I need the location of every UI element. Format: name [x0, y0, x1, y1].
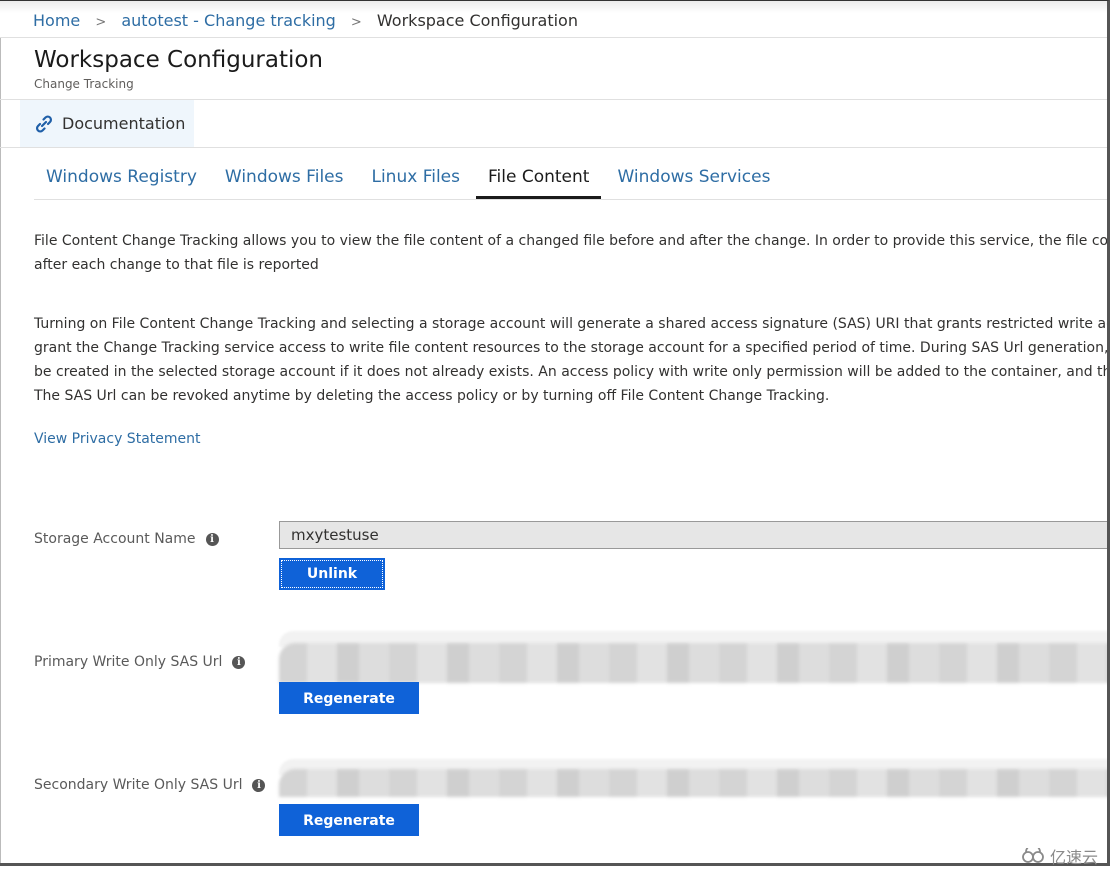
- sas-description-line: Turning on File Content Change Tracking …: [34, 316, 1110, 332]
- primary-sas-label: Primary Write Only SAS Url: [34, 654, 223, 670]
- tab-linux-files[interactable]: Linux Files: [359, 167, 472, 199]
- storage-account-label-row: Storage Account Name i: [34, 531, 219, 547]
- primary-sas-label-row: Primary Write Only SAS Url i: [34, 654, 246, 670]
- breadcrumb-change-tracking[interactable]: autotest - Change tracking: [121, 11, 335, 30]
- watermark: 亿速云: [1020, 844, 1098, 868]
- primary-sas-url-input[interactable]: [279, 643, 1107, 683]
- storage-account-label: Storage Account Name: [34, 531, 196, 547]
- breadcrumb-home[interactable]: Home: [33, 11, 80, 30]
- regenerate-primary-button[interactable]: Regenerate: [279, 682, 419, 714]
- breadcrumb-current: Workspace Configuration: [376, 11, 578, 30]
- secondary-sas-label-row: Secondary Write Only SAS Url i: [34, 777, 266, 793]
- blade-window: Home > autotest - Change tracking > Work…: [0, 0, 1110, 866]
- command-bar: Documentation: [0, 100, 1107, 148]
- secondary-sas-label: Secondary Write Only SAS Url: [34, 777, 243, 793]
- tab-windows-registry[interactable]: Windows Registry: [34, 167, 209, 199]
- intro-line: File Content Change Tracking allows you …: [34, 233, 1109, 249]
- sas-description-line: grant the Change Tracking service access…: [34, 340, 1109, 356]
- sas-description-line: be created in the selected storage accou…: [34, 364, 1110, 380]
- tab-strip: Windows Registry Windows Files Linux Fil…: [34, 148, 1107, 200]
- chevron-right-icon: >: [95, 15, 107, 30]
- tab-windows-services[interactable]: Windows Services: [605, 167, 782, 199]
- sas-description-paragraph: Turning on File Content Change Tracking …: [34, 312, 1110, 408]
- storage-account-input[interactable]: mxytestuse: [279, 521, 1107, 549]
- documentation-label: Documentation: [62, 114, 186, 133]
- regenerate-secondary-button[interactable]: Regenerate: [279, 804, 419, 836]
- link-icon: [35, 114, 53, 133]
- secondary-sas-url-input[interactable]: [279, 769, 1107, 797]
- info-icon[interactable]: i: [252, 778, 266, 792]
- breadcrumb: Home > autotest - Change tracking > Work…: [0, 1, 1107, 38]
- info-icon[interactable]: i: [205, 532, 219, 546]
- chevron-right-icon: >: [350, 15, 362, 30]
- sas-description-line: The SAS Url can be revoked anytime by de…: [34, 388, 830, 404]
- view-privacy-statement-link[interactable]: View Privacy Statement: [34, 431, 200, 447]
- documentation-button[interactable]: Documentation: [20, 100, 194, 147]
- intro-paragraph: File Content Change Tracking allows you …: [34, 229, 1109, 277]
- tab-windows-files[interactable]: Windows Files: [213, 167, 356, 199]
- page-subtitle: Change Tracking: [34, 77, 134, 91]
- cloud-logo-icon: [1022, 848, 1044, 863]
- page-title: Workspace Configuration: [34, 47, 324, 73]
- info-icon[interactable]: i: [232, 655, 246, 669]
- unlink-button[interactable]: Unlink: [279, 558, 385, 590]
- watermark-text: 亿速云: [1049, 848, 1098, 867]
- intro-line: after each change to that file is report…: [34, 257, 319, 273]
- tab-file-content[interactable]: File Content: [476, 167, 602, 199]
- blade-header: Workspace Configuration Change Tracking: [0, 39, 1107, 100]
